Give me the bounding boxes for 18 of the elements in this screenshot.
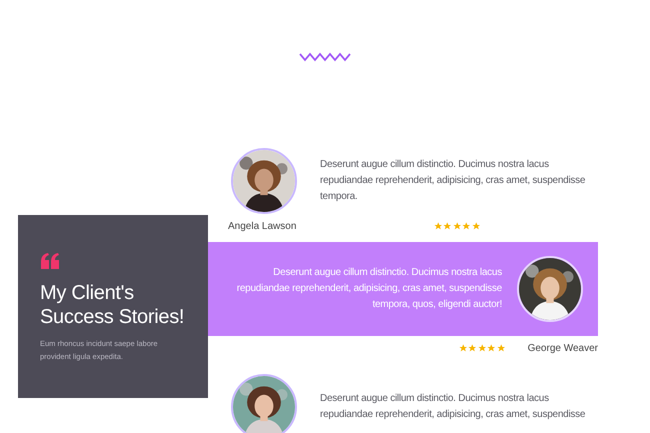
star-icon [472, 222, 480, 231]
star-icon [462, 222, 471, 231]
testimonial-text: Deserunt augue cillum distinctio. Ducimus nostra lacus repudiandae reprehenderit, adipisicing, cras amet, suspendisse tempora, quos, eligendi auctor! [236, 266, 502, 312]
testimonial-text: Deserunt augue cillum distinctio. Ducimus nostra lacus repudiandae reprehenderit, adipisicing, cras amet, suspendisse [320, 392, 586, 422]
star-icon [434, 222, 442, 231]
client-name: George Weaver [528, 343, 598, 354]
star-icon [487, 344, 496, 353]
zigzag-icon [299, 52, 351, 62]
client-name: Angela Lawson [227, 221, 298, 232]
star-icon [468, 344, 476, 353]
star-icon [496, 344, 505, 353]
testimonial-text: Deserunt augue cillum distinctio. Ducimus nostra lacus repudiandae reprehenderit, adipisicing, cras amet, suspendisse tempora. [320, 158, 586, 204]
star-icon [443, 222, 452, 231]
star-icon [478, 344, 486, 353]
quote-icon [40, 253, 60, 269]
star-icon [458, 344, 467, 353]
section-title: My Client's Success Stories! [40, 281, 186, 329]
star-icon [452, 222, 462, 231]
